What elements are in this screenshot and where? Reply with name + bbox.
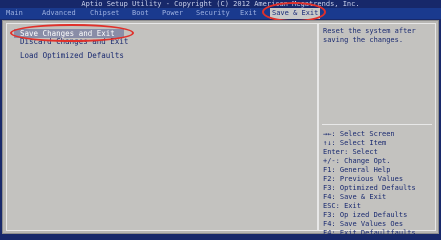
tab-chipset[interactable]: Chipset [88, 8, 122, 19]
tab-boot[interactable]: Boot [130, 8, 151, 19]
key-hint: ↑↓: Select Item [323, 139, 387, 147]
key-hint: F3: Op ized Defaults [323, 211, 408, 219]
tab-advanced[interactable]: Advanced [40, 8, 78, 19]
key-hint: F1: General Help [323, 166, 391, 174]
help-pane: Reset the system after saving the change… [318, 23, 436, 237]
menu-item-load-optimized-defaults[interactable]: Load Optimized Defaults [20, 51, 124, 60]
tab-highlight-circle [262, 2, 326, 22]
key-hint: ESC: Exit [323, 202, 361, 210]
bios-screen: Aptio Setup Utility - Copyright (C) 2012… [0, 0, 441, 240]
key-hint: F2: Previous Values [323, 175, 404, 183]
key-hint: F4: Save & Exit [323, 193, 387, 201]
key-hint: Enter: Select [323, 148, 378, 156]
tab-exit[interactable]: Exit [238, 8, 259, 19]
tab-security[interactable]: Security [194, 8, 232, 19]
menu-pane: Save Changes and Exit Discard Changes an… [6, 23, 318, 231]
key-hint: F4: Save Values Oes [323, 220, 404, 228]
tab-bar: Main Advanced Chipset Boot Power Securit… [0, 8, 441, 19]
tab-power[interactable]: Power [160, 8, 185, 19]
menu-highlight-circle [10, 24, 134, 42]
key-hint: +/-: Change Opt. [323, 157, 391, 165]
key-hint: →←: Select Screen [323, 130, 395, 138]
footer-bar [0, 234, 441, 240]
bios-title: Aptio Setup Utility - Copyright (C) 2012… [0, 0, 441, 8]
main-panel: Save Changes and Exit Discard Changes an… [2, 20, 439, 237]
help-divider [322, 124, 432, 125]
help-text: Reset the system after saving the change… [323, 27, 416, 44]
tab-main[interactable]: Main [4, 8, 25, 19]
key-hint: F3: Optimized Defaults [323, 184, 416, 192]
